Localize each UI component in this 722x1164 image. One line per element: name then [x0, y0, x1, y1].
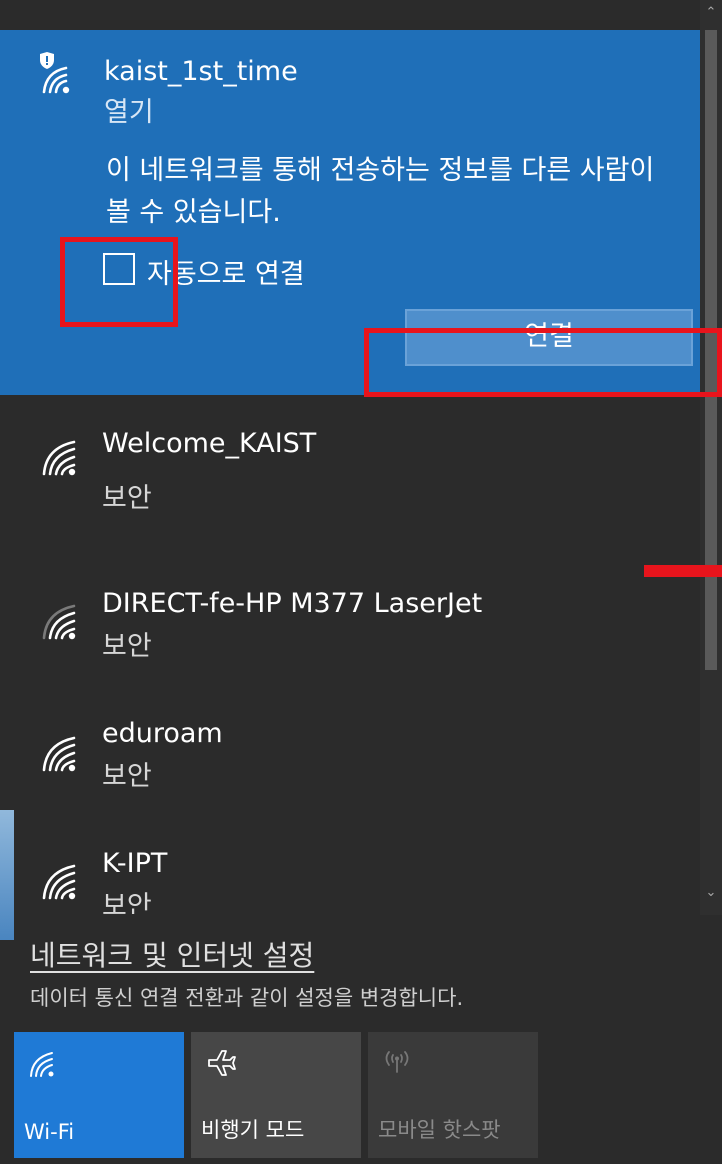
wifi-open-icon	[40, 52, 70, 94]
network-name: K-IPT	[102, 848, 168, 879]
annotation-marker	[644, 565, 722, 577]
annotation-connect-highlight	[364, 328, 722, 397]
network-name: Welcome_KAIST	[102, 428, 317, 459]
scroll-down-icon[interactable]: ⌄	[704, 886, 718, 900]
network-status: 보안	[102, 631, 152, 662]
security-warning: 이 네트워크를 통해 전송하는 정보를 다른 사람이 볼 수 있습니다.	[106, 155, 655, 228]
network-settings-description: 데이터 통신 연결 전환과 같이 설정을 변경합니다.	[30, 986, 464, 1010]
hotspot-icon	[385, 1051, 409, 1073]
network-name: DIRECT-fe-HP M377 LaserJet	[102, 588, 483, 619]
scrollbar[interactable]: ⌃ ⌄	[700, 0, 722, 915]
airplane-mode-tile[interactable]: 비행기 모드	[191, 1032, 361, 1158]
network-status: 보안	[102, 891, 152, 914]
wifi-weak-icon	[42, 604, 76, 640]
selected-network-name: kaist_1st_time	[104, 56, 298, 87]
hotspot-tile-label: 모바일 핫스팟	[378, 1118, 501, 1142]
network-flyout: ⌃ ⌄ kaist_1st_time 열기 이 네트워크를 통해 전송하는 정보…	[0, 0, 722, 1164]
wifi-tile-label: Wi-Fi	[24, 1120, 75, 1144]
background-glare	[0, 810, 14, 940]
wifi-icon	[30, 1052, 54, 1077]
scroll-up-icon[interactable]: ⌃	[704, 6, 718, 20]
selected-network-status: 열기	[104, 97, 154, 128]
airplane-tile-label: 비행기 모드	[201, 1118, 305, 1142]
network-settings-link[interactable]: 네트워크 및 인터넷 설정	[30, 934, 314, 974]
wifi-toggle-tile[interactable]: Wi-Fi	[14, 1032, 184, 1158]
mobile-hotspot-tile[interactable]: 모바일 핫스팟	[368, 1032, 538, 1158]
network-item[interactable]: K-IPT 보안	[0, 844, 700, 914]
network-item[interactable]: Welcome_KAIST 보안	[0, 418, 700, 548]
airplane-icon	[208, 1050, 236, 1076]
annotation-checkbox-highlight	[60, 237, 178, 327]
network-item[interactable]: eduroam 보안	[0, 714, 700, 844]
network-item[interactable]: DIRECT-fe-HP M377 LaserJet 보안	[0, 582, 700, 712]
network-status: 보안	[102, 761, 152, 792]
network-status: 보안	[102, 483, 152, 514]
wifi-secured-icon	[42, 736, 76, 772]
wifi-secured-icon	[42, 440, 76, 476]
network-name: eduroam	[102, 718, 223, 749]
wifi-secured-icon	[42, 864, 76, 900]
